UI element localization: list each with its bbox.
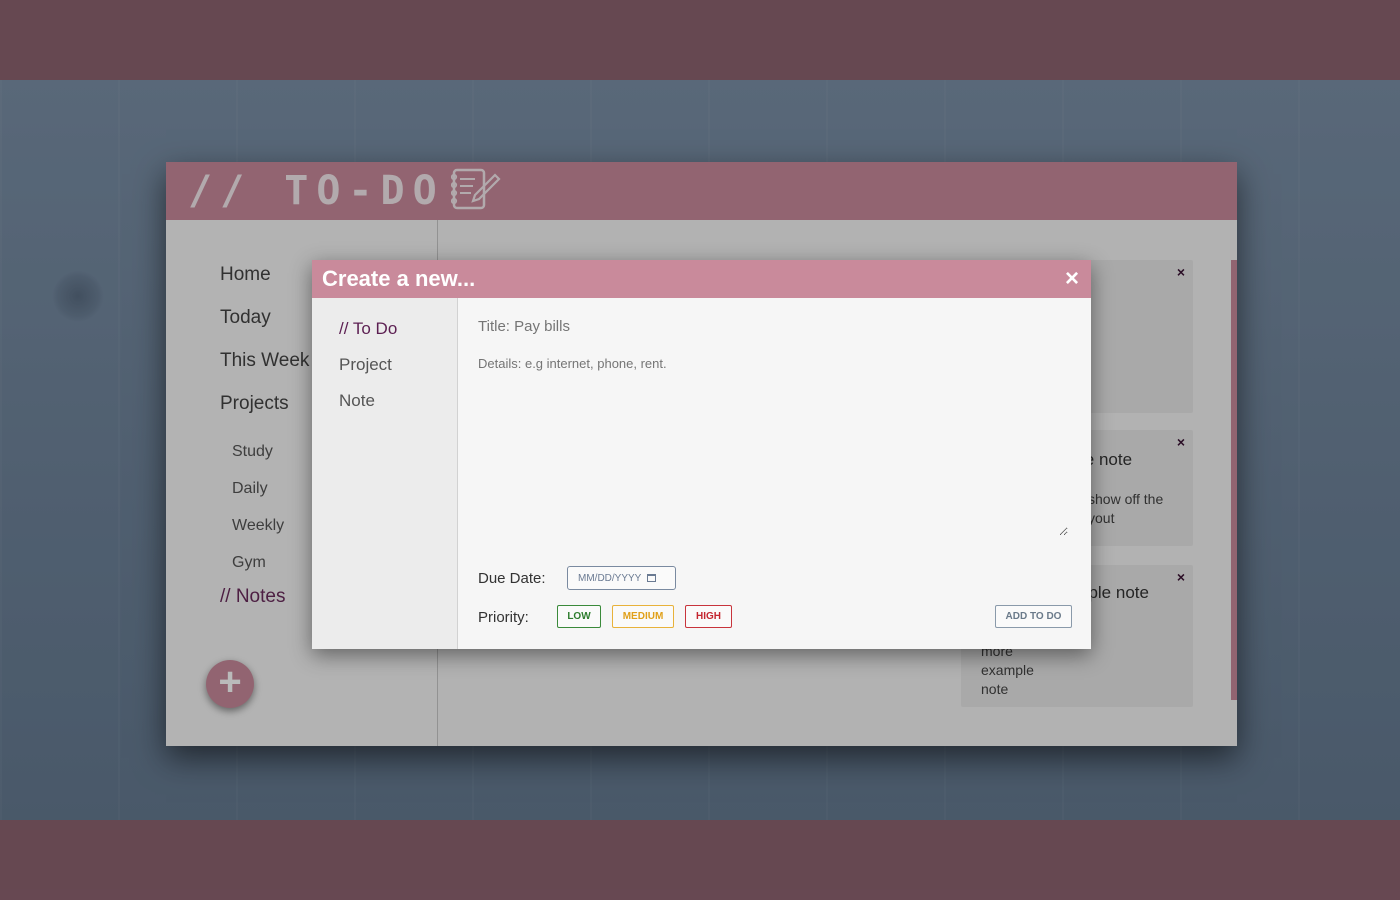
due-date-input[interactable]: MM/DD/YYYY (567, 566, 676, 590)
add-todo-button[interactable]: ADD TO DO (995, 605, 1072, 628)
type-tab-note[interactable]: Note (339, 391, 375, 411)
dialog-title: Create a new... (322, 266, 476, 291)
priority-high-button[interactable]: HIGH (685, 605, 732, 628)
priority-low-button[interactable]: LOW (557, 605, 601, 628)
close-icon[interactable]: × (1065, 265, 1079, 293)
dialog-header: Create a new... × (312, 260, 1091, 298)
type-tab-project[interactable]: Project (339, 355, 392, 375)
type-tab-todo[interactable]: // To Do (339, 319, 397, 339)
priority-medium-button[interactable]: MEDIUM (612, 605, 674, 628)
dialog-form: Due Date: MM/DD/YYYY Priority: LOW MEDIU… (459, 298, 1091, 649)
title-input[interactable] (478, 318, 1068, 335)
priority-label: Priority: (478, 609, 529, 626)
calendar-icon[interactable] (647, 574, 657, 582)
due-date-label: Due Date: (478, 570, 546, 587)
create-new-dialog: Create a new... × // To Do Project Note … (312, 260, 1091, 649)
details-input[interactable] (478, 356, 1068, 536)
dialog-type-nav: // To Do Project Note (312, 298, 458, 649)
date-placeholder: MM/DD/YYYY (578, 572, 642, 584)
